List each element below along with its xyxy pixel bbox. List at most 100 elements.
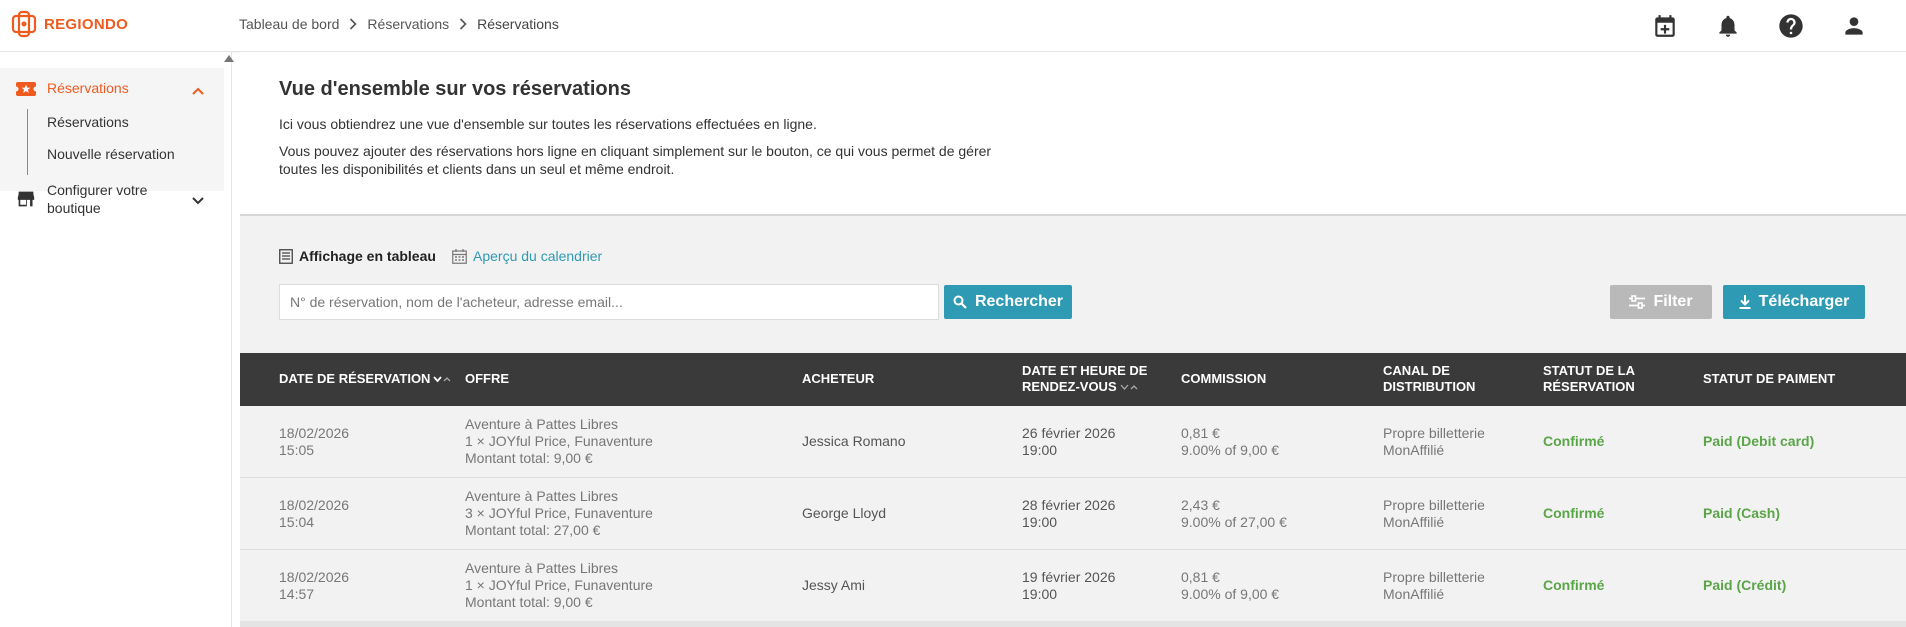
column-header-payment-status: Statut de paiment bbox=[1703, 371, 1836, 386]
breadcrumb-reservations[interactable]: Réservations bbox=[367, 16, 449, 32]
column-header-booking-status: Statut de la réservation bbox=[1543, 363, 1635, 395]
tab-label: Affichage en tableau bbox=[299, 248, 436, 264]
appointment-time: 19:00 bbox=[1022, 586, 1058, 602]
channel-name: Propre billetterie bbox=[1383, 569, 1485, 585]
cell-channel: Propre billetterie MonAffilié bbox=[1383, 569, 1485, 603]
cell-commission: 2,43 € 9.00% of 27,00 € bbox=[1181, 497, 1287, 531]
commission-rate: 9.00% of 9,00 € bbox=[1181, 442, 1280, 458]
column-header-offer: Offre bbox=[465, 371, 510, 386]
tab-table-view[interactable]: Affichage en tableau bbox=[279, 248, 436, 264]
status-badge: Confirmé bbox=[1543, 505, 1605, 521]
sort-desc-icon bbox=[433, 374, 451, 384]
column-header-appointment[interactable]: Date et heure de rendez-vous bbox=[1022, 363, 1147, 395]
breadcrumb-dashboard[interactable]: Tableau de bord bbox=[239, 16, 339, 32]
download-button[interactable]: Télécharger bbox=[1723, 285, 1865, 319]
top-bar: REGIONDO Tableau de bord Réservations Ré… bbox=[0, 0, 1906, 52]
column-header-channel: Canal de distribution bbox=[1383, 363, 1475, 395]
cell-buyer: Jessica Romano bbox=[802, 433, 906, 449]
channel-affiliate: MonAffilié bbox=[1383, 514, 1445, 530]
column-header-label: Date de réservation bbox=[279, 371, 431, 386]
offer-name: Aventure à Pattes Libres bbox=[465, 488, 619, 504]
download-icon bbox=[1739, 295, 1751, 309]
account-icon[interactable] bbox=[1839, 11, 1869, 41]
sidebar-subitem-reservations[interactable]: Réservations bbox=[47, 114, 129, 130]
table-row[interactable]: 18/02/2026 15:04 Aventure à Pattes Libre… bbox=[240, 478, 1906, 550]
regiondo-logo[interactable]: REGIONDO bbox=[10, 10, 128, 38]
sidebar-item-configure-shop[interactable]: Configurer votre boutique bbox=[0, 177, 224, 227]
search-button[interactable]: Rechercher bbox=[944, 285, 1072, 319]
cell-commission: 0,81 € 9.00% of 9,00 € bbox=[1181, 569, 1279, 603]
booking-date: 18/02/2026 bbox=[279, 425, 350, 441]
column-header-commission: Commission bbox=[1181, 371, 1267, 386]
search-input[interactable] bbox=[279, 284, 939, 320]
column-header-date[interactable]: Date de réservation bbox=[279, 371, 451, 387]
table-row[interactable]: 18/02/2026 14:57 Aventure à Pattes Libre… bbox=[240, 550, 1906, 622]
payment-status: Paid (Debit card) bbox=[1703, 433, 1815, 449]
chevron-right-icon bbox=[349, 18, 358, 30]
cell-channel: Propre billetterie MonAffilié bbox=[1383, 425, 1485, 459]
appointment-date: 19 février 2026 bbox=[1022, 569, 1116, 585]
channel-name: Propre billetterie bbox=[1383, 497, 1485, 513]
cell-commission: 0,81 € 9.00% of 9,00 € bbox=[1181, 425, 1279, 459]
cell-appointment: 26 février 2026 19:00 bbox=[1022, 425, 1115, 459]
table-header: Date de réservation Offre Acheteur Date … bbox=[240, 353, 1906, 406]
appointment-time: 19:00 bbox=[1022, 442, 1058, 458]
sliders-icon bbox=[1629, 295, 1646, 309]
intro-text: Ici vous obtiendrez une vue d'ensemble s… bbox=[279, 116, 817, 132]
breadcrumb-current: Réservations bbox=[477, 16, 559, 32]
shop-icon bbox=[16, 190, 36, 213]
offer-total: Montant total: 9,00 € bbox=[465, 594, 593, 610]
chevron-up-icon[interactable] bbox=[192, 82, 204, 98]
column-header-label: Canal de bbox=[1383, 363, 1450, 378]
cell-channel: Propre billetterie MonAffilié bbox=[1383, 497, 1485, 531]
page-title: Vue d'ensemble sur vos réservations bbox=[279, 78, 631, 100]
bell-icon[interactable] bbox=[1713, 11, 1743, 41]
column-header-label: Statut de la bbox=[1543, 363, 1635, 378]
ticket-star-icon bbox=[13, 80, 39, 101]
column-header-label: réservation bbox=[1543, 379, 1635, 394]
offer-detail: 3 × JOYful Price, Funaventure bbox=[465, 505, 653, 521]
booking-time: 15:04 bbox=[279, 514, 315, 530]
intro-section: Vue d'ensemble sur vos réservations Ici … bbox=[240, 52, 1906, 216]
sidebar-item-label: Réservations bbox=[47, 80, 129, 96]
cell-appointment: 28 février 2026 19:00 bbox=[1022, 497, 1115, 531]
column-header-buyer: Acheteur bbox=[802, 371, 875, 386]
cell-appointment: 19 février 2026 19:00 bbox=[1022, 569, 1115, 603]
sort-toggle-icon bbox=[1120, 382, 1138, 392]
payment-status: Paid (Cash) bbox=[1703, 505, 1781, 521]
chevron-down-icon[interactable] bbox=[192, 192, 204, 210]
table-row[interactable]: 18/02/2026 15:05 Aventure à Pattes Libre… bbox=[240, 406, 1906, 478]
list-view-icon bbox=[279, 248, 293, 264]
breadcrumb: Tableau de bord Réservations Réservation… bbox=[239, 16, 559, 32]
filter-button[interactable]: Filter bbox=[1610, 285, 1712, 319]
calendar-add-icon[interactable] bbox=[1650, 11, 1680, 41]
cell-offer: Aventure à Pattes Libres 1 × JOYful Pric… bbox=[465, 560, 653, 611]
search-icon bbox=[953, 295, 967, 309]
table-bottom-divider bbox=[240, 621, 1906, 627]
channel-affiliate: MonAffilié bbox=[1383, 442, 1445, 458]
booking-date: 18/02/2026 bbox=[279, 569, 350, 585]
tab-label: Aperçu du calendrier bbox=[473, 248, 603, 264]
scroll-up-arrow-icon[interactable] bbox=[224, 55, 234, 62]
offer-name: Aventure à Pattes Libres bbox=[465, 416, 619, 432]
help-icon[interactable] bbox=[1776, 11, 1806, 41]
sidebar-item-reservations[interactable]: Réservations bbox=[0, 74, 224, 104]
offer-total: Montant total: 27,00 € bbox=[465, 522, 601, 538]
channel-name: Propre billetterie bbox=[1383, 425, 1485, 441]
offer-detail: 1 × JOYful Price, Funaventure bbox=[465, 433, 653, 449]
booking-time: 14:57 bbox=[279, 586, 315, 602]
calendar-icon bbox=[452, 248, 467, 264]
cell-offer: Aventure à Pattes Libres 3 × JOYful Pric… bbox=[465, 488, 653, 539]
chevron-right-icon bbox=[459, 18, 467, 30]
cell-booking-date: 18/02/2026 15:05 bbox=[279, 425, 349, 459]
intro-text-offline: Vous pouvez ajouter des réservations hor… bbox=[279, 143, 992, 177]
commission-rate: 9.00% of 27,00 € bbox=[1181, 514, 1287, 530]
tab-calendar-view[interactable]: Aperçu du calendrier bbox=[452, 248, 602, 264]
cell-booking-date: 18/02/2026 14:57 bbox=[279, 569, 349, 603]
offer-name: Aventure à Pattes Libres bbox=[465, 560, 619, 576]
sidebar-subitem-new-reservation[interactable]: Nouvelle réservation bbox=[47, 146, 175, 162]
column-header-label: distribution bbox=[1383, 379, 1476, 394]
commission-amount: 0,81 € bbox=[1181, 425, 1220, 441]
offer-total: Montant total: 9,00 € bbox=[465, 450, 593, 466]
commission-amount: 2,43 € bbox=[1181, 497, 1220, 513]
